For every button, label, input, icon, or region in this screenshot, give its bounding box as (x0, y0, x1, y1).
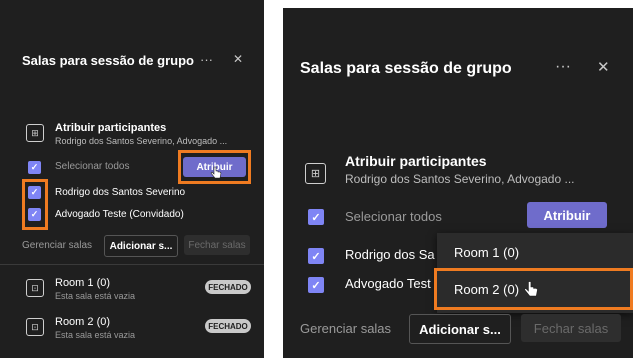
assign-participants-icon: ⊞ (26, 124, 44, 142)
room-closed-badge: FECHADO (205, 280, 251, 294)
add-rooms-button[interactable]: Adicionar s... (409, 314, 511, 344)
close-rooms-button[interactable]: Fechar salas (184, 235, 250, 255)
manage-rooms-label: Gerenciar salas (22, 240, 93, 251)
room-status: Esta sala está vazia (55, 291, 136, 301)
assign-participants-subtitle: Rodrigo dos Santos Severino, Advogado ..… (345, 172, 575, 186)
room-closed-badge: FECHADO (205, 319, 251, 333)
highlight-box (22, 179, 48, 230)
select-all-label: Selecionar todos (55, 161, 130, 172)
divider (0, 264, 264, 265)
close-icon[interactable]: ✕ (233, 52, 243, 66)
participant-checkbox[interactable]: ✓ (308, 277, 324, 293)
select-all-checkbox[interactable]: ✓ (308, 209, 324, 225)
close-icon[interactable]: ✕ (597, 58, 610, 76)
panel-title: Salas para sessão de grupo (22, 53, 194, 68)
participant-name: Advogado Test (345, 276, 431, 291)
panel-title: Salas para sessão de grupo (300, 60, 512, 77)
room-icon: ⊡ (26, 318, 44, 336)
add-rooms-button[interactable]: Adicionar s... (104, 235, 178, 257)
participant-name: Advogado Teste (Convidado) (55, 209, 184, 220)
assign-participants-icon: ⊞ (305, 163, 326, 184)
breakout-rooms-panel-left: Salas para sessão de grupo ··· ✕ ⊞ Atrib… (0, 0, 264, 358)
assign-participants-title[interactable]: Atribuir participantes (345, 153, 487, 169)
room-option[interactable]: Room 1 (0) (454, 245, 519, 260)
participant-checkbox[interactable]: ✓ (308, 248, 324, 264)
select-all-checkbox[interactable]: ✓ (28, 161, 41, 174)
participant-name: Rodrigo dos Sa (345, 247, 435, 262)
participant-name: Rodrigo dos Santos Severino (55, 187, 186, 198)
assign-participants-subtitle: Rodrigo dos Santos Severino, Advogado ..… (55, 136, 228, 146)
hand-cursor-icon (210, 166, 222, 179)
breakout-rooms-panel-right: Salas para sessão de grupo ··· ✕ ⊞ Atrib… (283, 8, 633, 358)
assign-button[interactable]: Atribuir (527, 202, 607, 228)
assign-participants-title[interactable]: Atribuir participantes (55, 122, 166, 134)
room-name[interactable]: Room 2 (0) (55, 316, 110, 328)
close-rooms-button[interactable]: Fechar salas (521, 314, 621, 342)
more-options-icon[interactable]: ··· (200, 52, 213, 67)
room-icon: ⊡ (26, 279, 44, 297)
manage-rooms-label: Gerenciar salas (300, 321, 392, 336)
hand-cursor-icon (523, 281, 539, 297)
room-name[interactable]: Room 1 (0) (55, 277, 110, 289)
more-options-icon[interactable]: ··· (555, 58, 571, 76)
select-all-label: Selecionar todos (345, 209, 442, 224)
room-status: Esta sala está vazia (55, 330, 136, 340)
